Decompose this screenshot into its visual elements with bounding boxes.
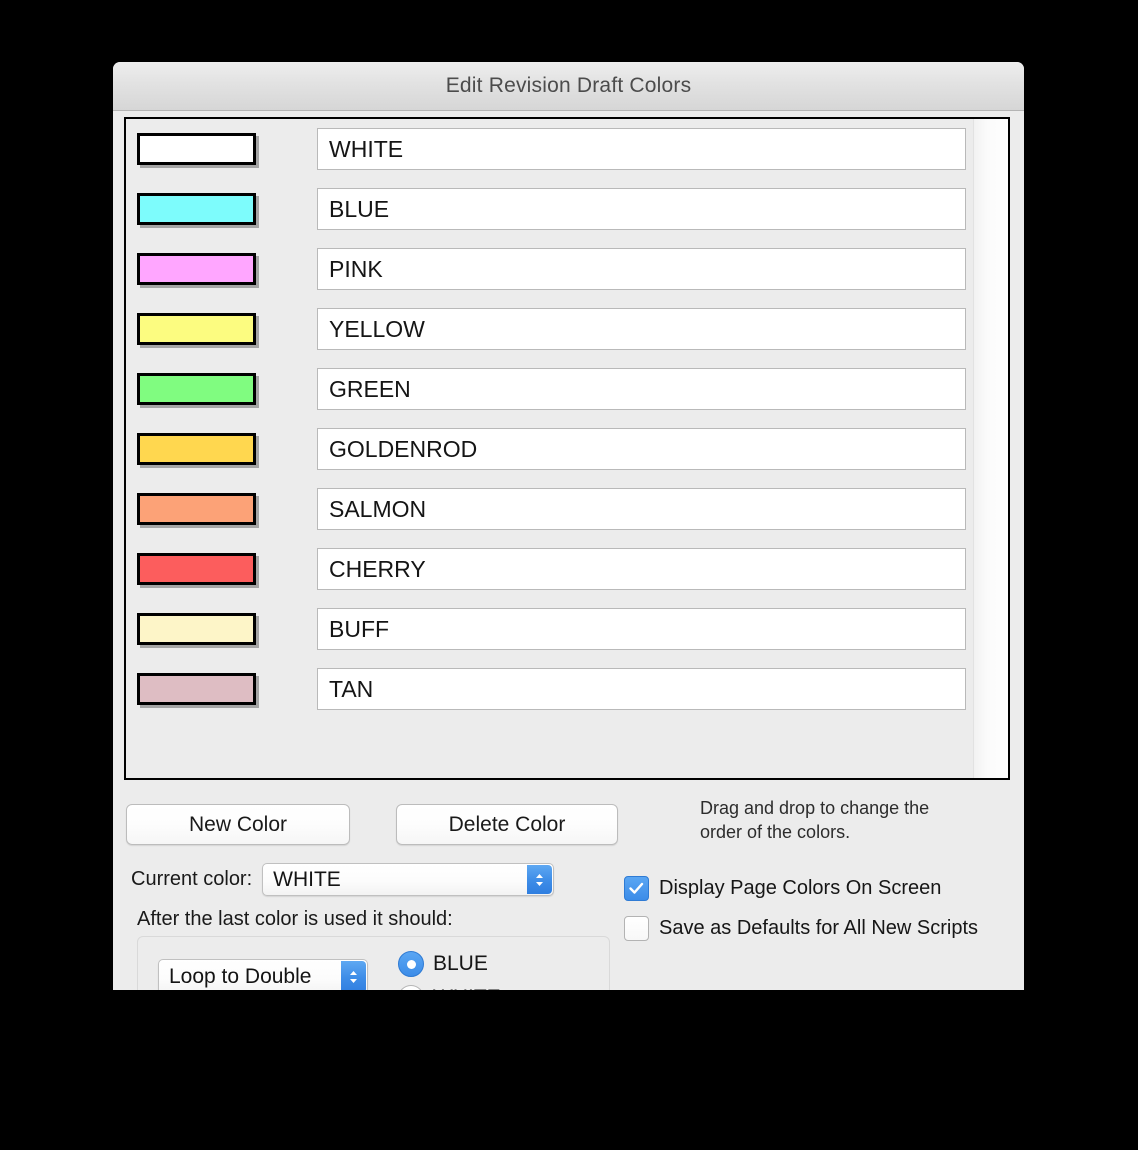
chevron-updown-icon[interactable] [341,961,366,990]
color-swatch-cell[interactable] [137,133,317,165]
color-row[interactable]: SALMON [126,479,974,539]
color-name-input[interactable]: GOLDENROD [317,428,966,470]
after-last-color-label: After the last color is used it should: [137,908,453,930]
color-name-input[interactable]: WHITE [317,128,966,170]
color-swatch-cell[interactable] [137,433,317,465]
color-row[interactable]: YELLOW [126,299,974,359]
checkbox-save-as-defaults-label: Save as Defaults for All New Scripts [659,916,979,939]
radio-option-white[interactable]: WHITE [398,981,501,990]
loop-target-radio-group: BLUE WHITE [398,947,501,990]
color-name-cell: YELLOW [317,308,974,350]
radio-blue-icon[interactable] [398,951,424,977]
color-name-input[interactable]: SALMON [317,488,966,530]
color-swatch[interactable] [137,613,256,645]
color-name-cell: GOLDENROD [317,428,974,470]
color-swatch-cell[interactable] [137,373,317,405]
radio-option-blue[interactable]: BLUE [398,947,501,981]
color-name-input[interactable]: PINK [317,248,966,290]
color-swatch-cell[interactable] [137,493,317,525]
color-row[interactable]: GOLDENROD [126,419,974,479]
color-name-cell: GREEN [317,368,974,410]
after-last-color-group: Loop to Double BLUE WHITE [137,936,610,990]
color-name-input[interactable]: GREEN [317,368,966,410]
current-color-value: WHITE [273,867,341,891]
color-name-cell: PINK [317,248,974,290]
color-swatch[interactable] [137,253,256,285]
loop-mode-value: Loop to Double [169,965,312,988]
drag-and-drop-hint: Drag and drop to change the order of the… [700,796,990,845]
color-row[interactable]: BLUE [126,179,974,239]
color-swatch[interactable] [137,313,256,345]
dialog-title: Edit Revision Draft Colors [445,74,692,97]
new-color-button[interactable]: New Color [126,804,350,845]
color-name-cell: BUFF [317,608,974,650]
color-swatch-cell[interactable] [137,313,317,345]
color-name-cell: SALMON [317,488,974,530]
dialog-titlebar: Edit Revision Draft Colors [113,62,1024,111]
color-swatch[interactable] [137,133,256,165]
edit-revision-draft-colors-dialog: Edit Revision Draft Colors WHITE BLUE PINK… [113,62,1024,990]
color-row[interactable]: GREEN [126,359,974,419]
new-color-button-label: New Color [188,812,288,836]
loop-mode-select[interactable]: Loop to Double [158,959,368,990]
color-name-input[interactable]: TAN [317,668,966,710]
radio-blue-label: BLUE [433,952,488,975]
color-list[interactable]: WHITE BLUE PINK YELLOW GREEN GOLDENROD SALMON C… [126,119,974,778]
color-swatch-cell[interactable] [137,253,317,285]
current-color-select[interactable]: WHITE [262,863,555,896]
chevron-updown-icon[interactable] [527,865,553,894]
color-list-panel: WHITE BLUE PINK YELLOW GREEN GOLDENROD SALMON C… [124,117,1010,780]
options-checkbox-group: Display Page Colors On Screen Save as De… [624,868,978,948]
color-swatch-cell[interactable] [137,553,317,585]
delete-color-button[interactable]: Delete Color [396,804,618,845]
color-swatch[interactable] [137,553,256,585]
color-row[interactable]: TAN [126,659,974,719]
radio-white-icon[interactable] [398,985,424,990]
color-name-cell: BLUE [317,188,974,230]
radio-white-label: WHITE [433,986,501,990]
color-name-cell: CHERRY [317,548,974,590]
checkbox-display-page-colors-label: Display Page Colors On Screen [659,876,942,899]
color-name-input[interactable]: BLUE [317,188,966,230]
color-name-cell: TAN [317,668,974,710]
color-name-input[interactable]: YELLOW [317,308,966,350]
drag-hint-line-2: order of the colors. [700,822,851,843]
current-color-row: Current color: WHITE [131,863,555,896]
color-name-input[interactable]: BUFF [317,608,966,650]
color-swatch-cell[interactable] [137,613,317,645]
dialog-controls: New Color Delete Color Drag and drop to … [113,784,1024,990]
color-row[interactable]: BUFF [126,599,974,659]
color-swatch[interactable] [137,193,256,225]
checkbox-save-as-defaults[interactable]: Save as Defaults for All New Scripts [624,908,978,948]
color-row[interactable]: WHITE [126,119,974,179]
delete-color-button-label: Delete Color [448,812,566,836]
checkmark-icon[interactable] [624,875,649,901]
color-name-cell: WHITE [317,128,974,170]
checkbox-display-page-colors[interactable]: Display Page Colors On Screen [624,868,978,908]
color-swatch-cell[interactable] [137,193,317,225]
color-swatch[interactable] [137,433,256,465]
color-row[interactable]: CHERRY [126,539,974,599]
color-swatch[interactable] [137,373,256,405]
color-list-scrollbar[interactable] [973,119,1008,778]
color-swatch-cell[interactable] [137,673,317,705]
color-row[interactable]: PINK [126,239,974,299]
current-color-label: Current color: [131,868,253,890]
empty-checkbox-icon[interactable] [624,915,649,941]
color-name-input[interactable]: CHERRY [317,548,966,590]
drag-hint-line-1: Drag and drop to change the [700,798,930,818]
color-swatch[interactable] [137,493,256,525]
color-swatch[interactable] [137,673,256,705]
